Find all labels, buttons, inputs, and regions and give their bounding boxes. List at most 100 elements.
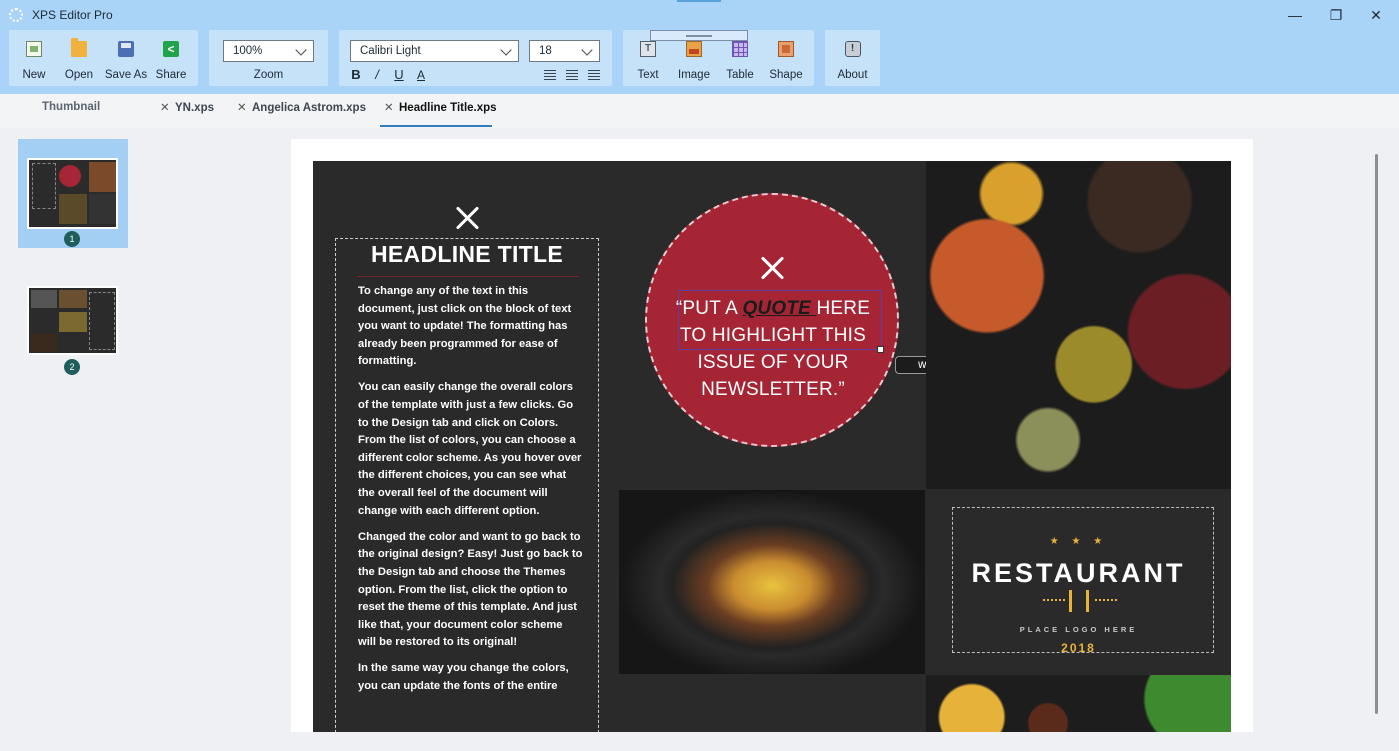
save-icon — [118, 41, 134, 57]
logo-tagline: PLACE LOGO HERE — [1019, 625, 1138, 634]
app-title: XPS Editor Pro — [32, 8, 113, 22]
thumbnail-photo — [59, 290, 87, 308]
text-label: Text — [637, 69, 659, 81]
thumbnail-photo — [31, 334, 57, 352]
share-button[interactable]: < Share — [149, 30, 193, 86]
align-right-icon[interactable] — [588, 70, 600, 80]
logo-ornament — [1095, 599, 1117, 603]
underline-button[interactable]: U — [391, 67, 407, 83]
thumbnail-photo — [59, 194, 87, 224]
thumbnail-text-column — [32, 163, 56, 209]
insert-shape-button[interactable]: Shape — [763, 30, 809, 86]
body-paragraph: In the same way you change the colors, y… — [358, 662, 569, 692]
chevron-down-icon — [581, 44, 593, 56]
open-button[interactable]: Open — [57, 30, 101, 86]
close-tab-icon[interactable]: ✕ — [384, 99, 396, 117]
quote-part: “PUT A — [675, 298, 743, 319]
tab-yn[interactable]: ✕ YN.xps — [160, 99, 214, 125]
save-as-label: Save As — [104, 69, 148, 81]
tab-headline-title[interactable]: ✕ Headline Title.xps — [384, 99, 497, 125]
pull-quote-text[interactable]: “PUT A QUOTE HERE TO HIGHLIGHT THIS ISSU… — [673, 295, 873, 403]
image-icon — [686, 41, 702, 57]
text-box-icon: T — [640, 41, 656, 57]
restore-button[interactable]: ❐ — [1316, 4, 1356, 26]
close-window-button[interactable]: ✕ — [1356, 4, 1396, 26]
tab-label: YN.xps — [175, 102, 214, 114]
new-file-icon — [26, 41, 42, 57]
italic-button[interactable]: / — [369, 67, 385, 83]
thumbnail-page-1[interactable] — [27, 158, 118, 229]
thumbnail-photo — [31, 290, 57, 308]
headline-divider — [357, 276, 579, 277]
new-button[interactable]: New — [12, 30, 56, 86]
about-button[interactable]: ! About — [827, 30, 878, 86]
ribbon-area: XPS Editor Pro — ❐ ✕ New Open Save As < … — [0, 0, 1399, 94]
logo-restaurant-text: RESTAURANT — [971, 558, 1186, 588]
font-family-select[interactable]: Calibri Light — [350, 40, 519, 62]
font-size-value: 18 — [539, 45, 552, 57]
table-icon — [732, 41, 748, 57]
page-number-badge: 1 — [64, 231, 80, 247]
ribbon-collapse-handle[interactable] — [650, 30, 748, 41]
tab-label: Headline Title.xps — [399, 102, 497, 114]
page-number-badge: 2 — [64, 359, 80, 375]
image-label: Image — [678, 69, 710, 81]
info-icon: ! — [844, 41, 861, 57]
chevron-down-icon — [500, 44, 512, 56]
align-left-icon[interactable] — [544, 70, 556, 80]
logo-fork-icon — [1069, 590, 1089, 612]
share-icon: < — [163, 41, 179, 57]
vertical-scrollbar[interactable] — [1375, 154, 1378, 714]
minimize-button[interactable]: — — [1275, 4, 1315, 26]
about-label: About — [837, 69, 868, 81]
title-bar: XPS Editor Pro — ❐ ✕ — [0, 0, 1399, 30]
utensils-icon — [454, 205, 480, 231]
table-label: Table — [726, 69, 754, 81]
close-tab-icon[interactable]: ✕ — [237, 99, 249, 117]
spices-photo[interactable] — [926, 161, 1231, 489]
ramen-bowl-photo[interactable] — [619, 490, 925, 674]
logo-placeholder[interactable]: ★ ★ ★ RESTAURANT PLACE LOGO HERE 2018 — [926, 490, 1231, 674]
align-center-icon[interactable] — [566, 70, 578, 80]
resize-handle[interactable] — [877, 346, 884, 353]
thumbnail-photo — [89, 162, 116, 192]
new-label: New — [22, 69, 46, 81]
utensils-icon — [759, 255, 785, 281]
save-as-button[interactable]: Save As — [102, 30, 150, 86]
thumbnail-text-column — [89, 292, 115, 350]
zoom-select[interactable]: 100% — [223, 40, 314, 62]
thumbnail-page-2[interactable] — [27, 286, 118, 355]
share-label: Share — [155, 69, 187, 81]
thumbnail-quote-circle — [59, 165, 81, 187]
headline-title[interactable]: HEADLINE TITLE — [335, 241, 599, 268]
zoom-group: 100% Zoom — [209, 30, 328, 86]
logo-ornament — [1043, 599, 1065, 603]
zoom-label: Zoom — [253, 69, 284, 81]
quote-emphasis: QUOTE — [742, 298, 817, 319]
logo-year: 2018 — [1061, 641, 1096, 655]
document-page[interactable]: HEADLINE TITLE To change any of the text… — [313, 161, 1231, 732]
zoom-value: 100% — [233, 45, 263, 57]
font-family-value: Calibri Light — [360, 45, 421, 57]
thumbnail-photo — [59, 312, 87, 332]
close-tab-icon[interactable]: ✕ — [160, 99, 172, 117]
logo-stars: ★ ★ ★ — [1049, 536, 1108, 547]
chevron-down-icon — [295, 44, 307, 56]
app-logo-icon — [9, 8, 23, 22]
shape-icon — [778, 41, 794, 57]
bold-button[interactable]: B — [348, 67, 364, 83]
thumbnail-logo — [89, 194, 116, 224]
font-color-button[interactable]: A — [413, 67, 429, 83]
herbs-photo[interactable] — [926, 675, 1231, 732]
body-paragraph: To change any of the text in this docume… — [358, 285, 572, 368]
folder-open-icon — [71, 38, 87, 57]
font-size-select[interactable]: 18 — [529, 40, 600, 62]
tab-label: Angelica Astrom.xps — [252, 102, 366, 114]
active-tab-indicator — [380, 125, 492, 127]
body-text-block[interactable]: To change any of the text in this docume… — [358, 283, 583, 704]
tab-angelica-astrom[interactable]: ✕ Angelica Astrom.xps — [237, 99, 366, 125]
open-label: Open — [64, 69, 94, 81]
help-group: ! About — [825, 30, 880, 86]
thumbnail-panel-title: Thumbnail — [42, 101, 101, 113]
shape-label: Shape — [769, 69, 803, 81]
